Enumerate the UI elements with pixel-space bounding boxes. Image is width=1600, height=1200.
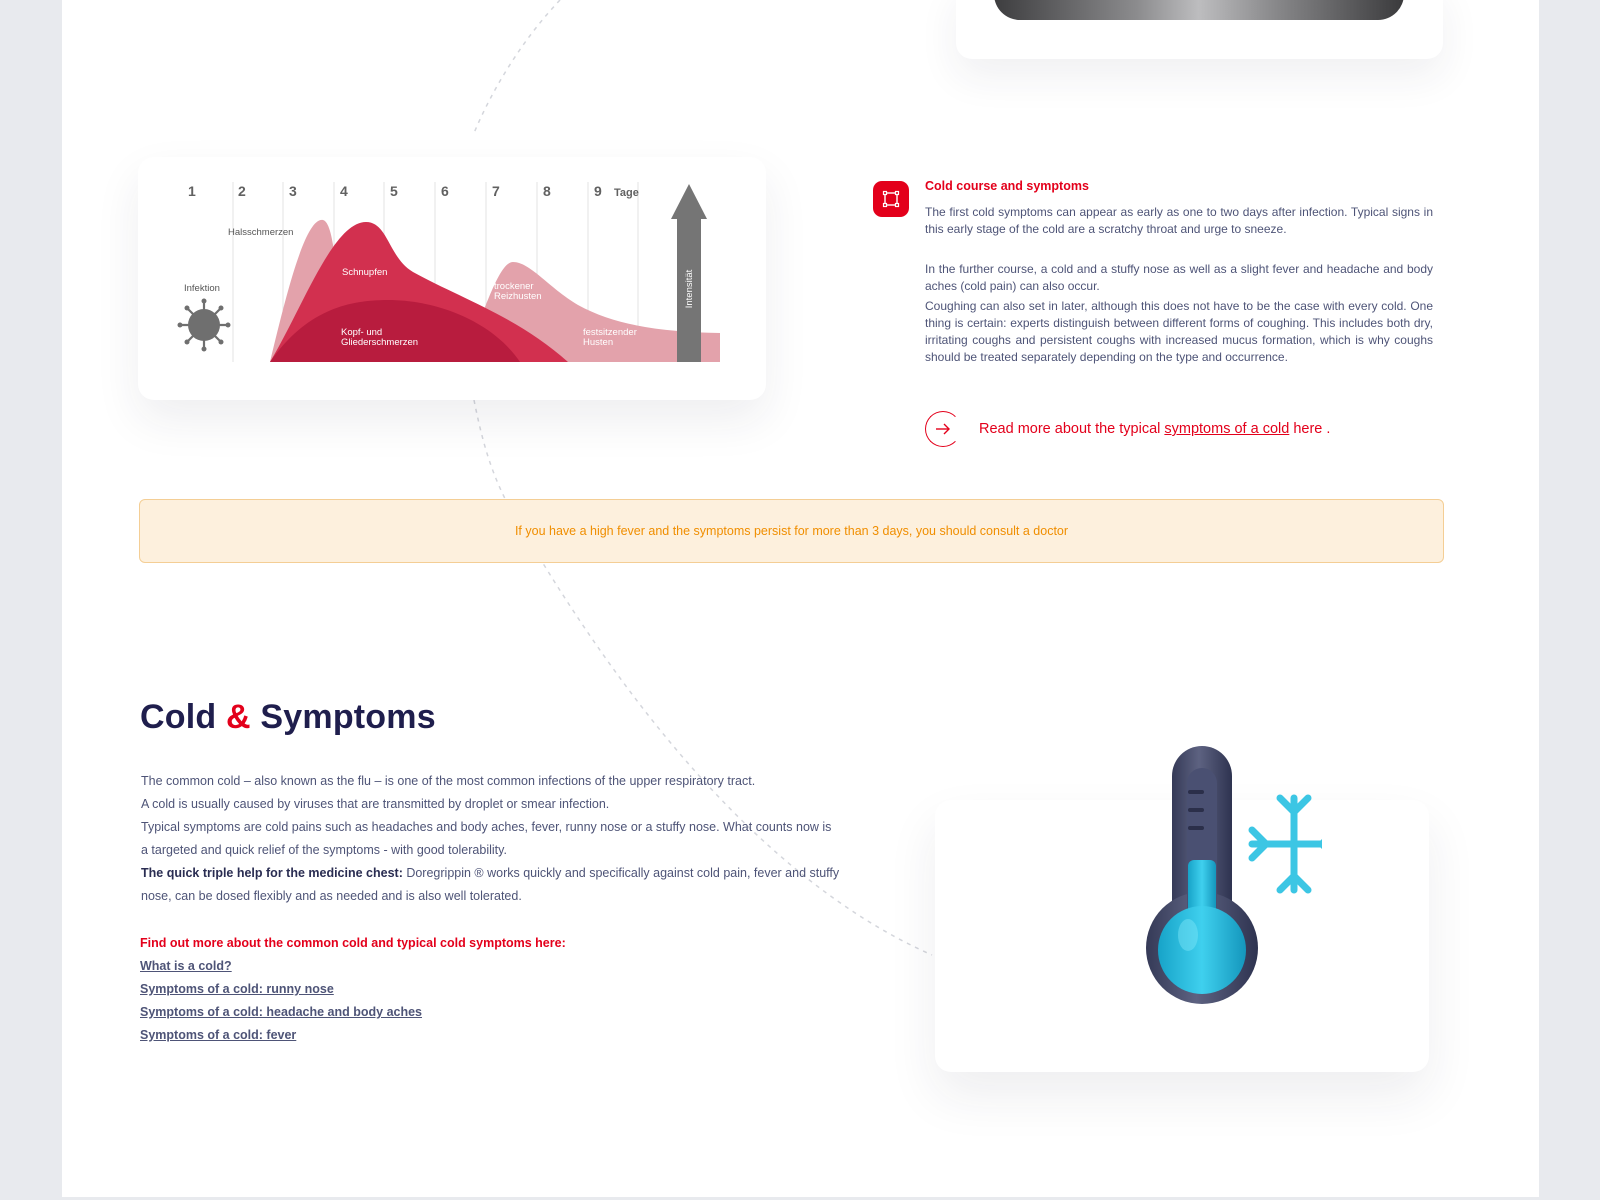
day-label-3: 3 xyxy=(289,183,297,199)
day-axis-labels: 1 2 3 4 5 6 7 8 9 xyxy=(188,183,602,199)
link-headache-body-aches[interactable]: Symptoms of a cold: headache and body ac… xyxy=(140,1001,566,1024)
day-label-2: 2 xyxy=(238,183,246,199)
section-body: The common cold – also known as the flu … xyxy=(141,770,841,908)
title-part-2: Symptoms xyxy=(250,698,436,736)
runny-nose-label: Schnupfen xyxy=(342,267,387,278)
chesty-cough-label-2: Husten xyxy=(583,337,613,348)
top-photo xyxy=(994,0,1404,20)
days-unit-label: Tage xyxy=(614,187,639,199)
arrow-right-circle-icon[interactable] xyxy=(925,411,961,447)
title-ampersand: & xyxy=(225,698,251,736)
body-line-3: Typical symptoms are cold pains such as … xyxy=(141,820,832,857)
symptom-course-chart: 1 2 3 4 5 6 7 8 9 Tage Intensität Infekt… xyxy=(138,157,766,400)
symptom-course-svg: 1 2 3 4 5 6 7 8 9 Tage Intensität Infekt… xyxy=(177,182,720,362)
frame-square-icon xyxy=(873,181,909,217)
doctor-notice-banner: If you have a high fever and the symptom… xyxy=(139,499,1444,563)
sore-throat-label: Halsschmerzen xyxy=(228,227,293,238)
page: 1 2 3 4 5 6 7 8 9 Tage Intensität Infekt… xyxy=(62,0,1539,1197)
info-paragraph-3: Coughing can also set in later, although… xyxy=(925,299,1433,364)
info-title: Cold course and symptoms xyxy=(925,179,1089,193)
day-label-7: 7 xyxy=(492,183,500,199)
read-more-suffix: here . xyxy=(1289,421,1331,437)
infection-label: Infektion xyxy=(184,283,220,294)
intensity-arrow-head xyxy=(671,184,707,219)
read-more-prefix: Read more about the typical xyxy=(979,421,1165,437)
day-label-4: 4 xyxy=(340,183,348,199)
doctor-notice-text: If you have a high fever and the symptom… xyxy=(514,524,1069,538)
read-more-row: Read more about the typical symptoms of … xyxy=(925,411,1330,447)
links-heading: Find out more about the common cold and … xyxy=(140,936,566,950)
symptoms-of-a-cold-link[interactable]: symptoms of a cold xyxy=(1164,421,1289,437)
body-line-1: The common cold – also known as the flu … xyxy=(141,774,756,788)
read-more-text: Read more about the typical symptoms of … xyxy=(979,421,1330,437)
intensity-label: Intensität xyxy=(684,269,695,308)
body-line-2: A cold is usually caused by viruses that… xyxy=(141,797,610,811)
pain-label-2: Gliederschmerzen xyxy=(341,337,418,348)
body-bold-lead: The quick triple help for the medicine c… xyxy=(141,866,403,880)
day-label-8: 8 xyxy=(543,183,551,199)
body-line-4: The quick triple help for the medicine c… xyxy=(141,862,841,908)
day-label-6: 6 xyxy=(441,183,449,199)
top-image-card xyxy=(956,0,1443,59)
day-label-1: 1 xyxy=(188,183,196,199)
dry-cough-label-2: Reizhusten xyxy=(494,291,542,302)
info-paragraph-2: In the further course, a cold and a stuf… xyxy=(925,262,1433,293)
virus-icon xyxy=(177,298,231,352)
cold-links-list: Find out more about the common cold and … xyxy=(140,932,566,1047)
day-label-9: 9 xyxy=(594,183,602,199)
title-part-1: Cold xyxy=(140,698,226,736)
thermometer-snowflake-icon xyxy=(1146,746,1322,1004)
info-paragraph-1: The first cold symptoms can appear as ea… xyxy=(925,205,1433,236)
section-title: Cold & Symptoms xyxy=(140,698,436,737)
link-what-is-a-cold[interactable]: What is a cold? xyxy=(140,955,566,978)
day-label-5: 5 xyxy=(390,183,398,199)
link-runny-nose[interactable]: Symptoms of a cold: runny nose xyxy=(140,978,566,1001)
link-fever[interactable]: Symptoms of a cold: fever xyxy=(140,1024,566,1047)
